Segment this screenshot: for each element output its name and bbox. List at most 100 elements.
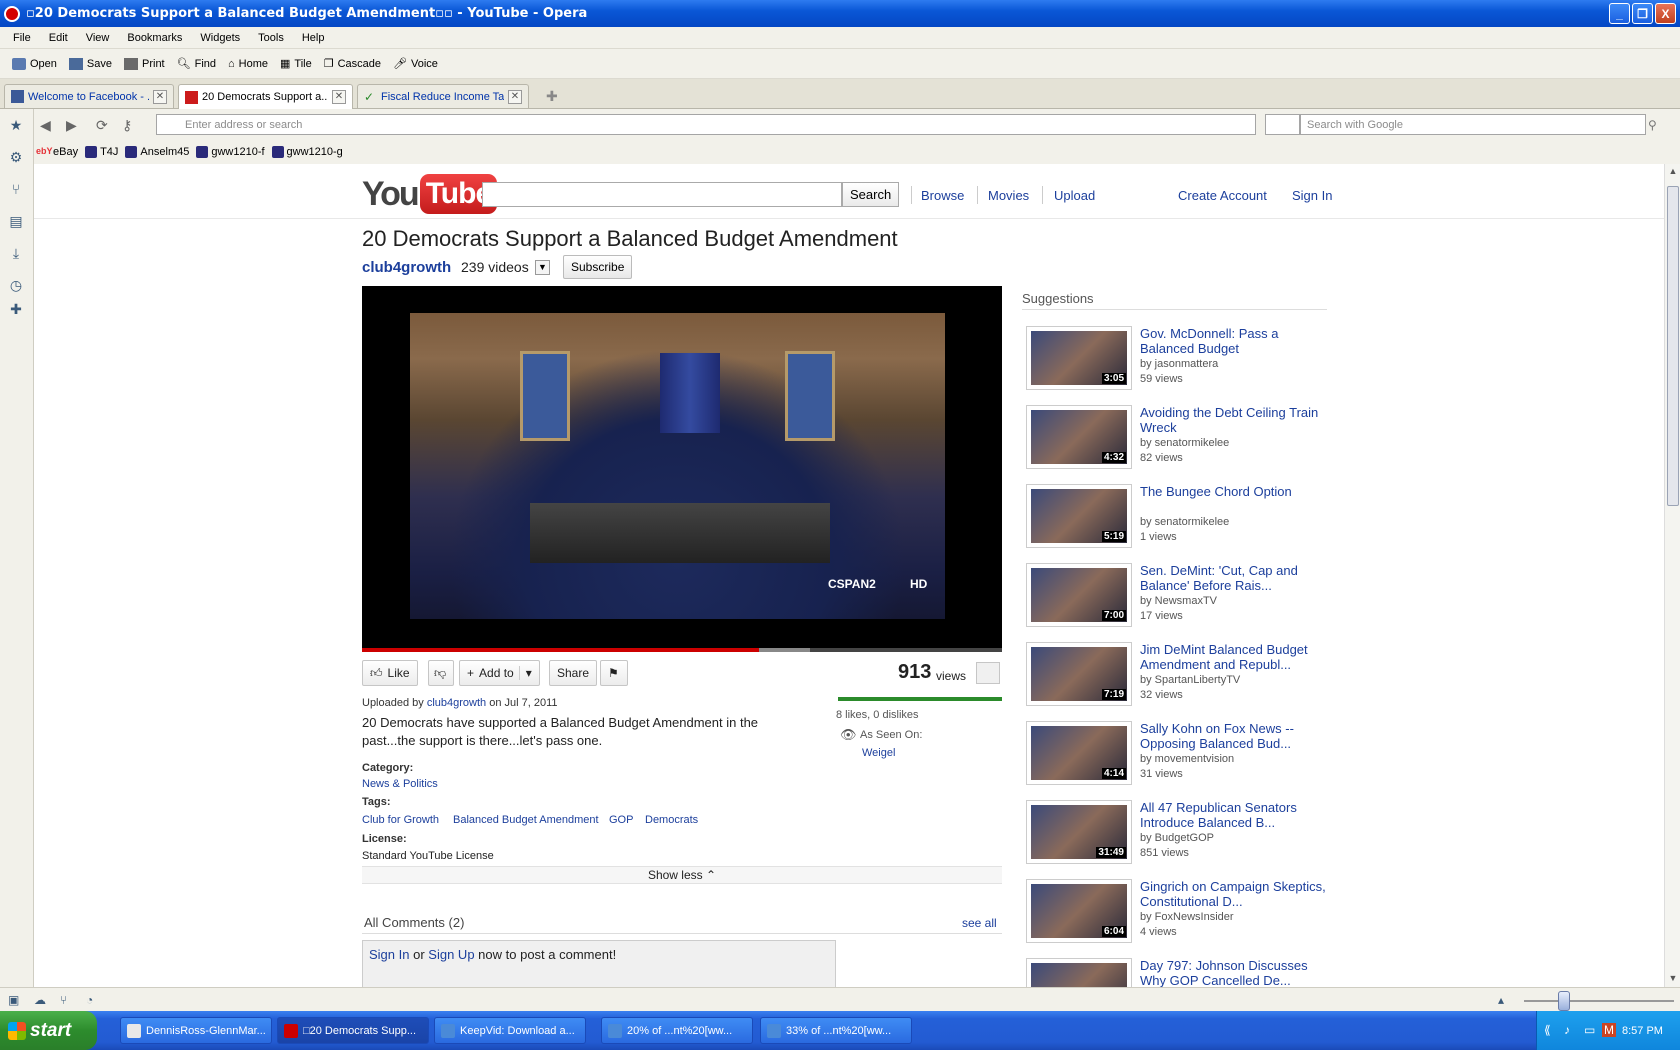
tray-network-icon[interactable]: ⟪	[1544, 1023, 1551, 1037]
like-button[interactable]: 👍︎ Like	[362, 660, 418, 686]
suggestion-item[interactable]: 5:19 The Bungee Chord Option by senatormik…	[1022, 484, 1332, 550]
bookmark-anselm45[interactable]: Anselm45	[123, 145, 194, 158]
create-account-link[interactable]: Create Account	[1178, 188, 1267, 203]
tray-gmail-icon[interactable]: M	[1602, 1023, 1616, 1037]
suggestion-title[interactable]: Gov. McDonnell: Pass a Balanced Budget	[1140, 326, 1326, 356]
suggestion-title[interactable]: All 47 Republican Senators Introduce Bal…	[1140, 800, 1326, 830]
unite-icon[interactable]: ⑂	[60, 993, 67, 1007]
menu-bookmarks[interactable]: Bookmarks	[118, 32, 191, 44]
bookmark-ebay[interactable]: ebY eBay	[34, 146, 83, 158]
see-all-link[interactable]: see all	[962, 916, 997, 930]
suggestion-thumbnail[interactable]: 31:49	[1026, 800, 1132, 864]
as-seen-on-link[interactable]: Weigel	[862, 747, 895, 759]
taskbar-task[interactable]: KeepVid: Download a...	[434, 1017, 586, 1044]
start-button[interactable]: start	[0, 1011, 97, 1050]
new-tab-icon[interactable]: ✚	[546, 88, 560, 104]
minimize-button[interactable]: _	[1609, 3, 1630, 24]
menu-edit[interactable]: Edit	[40, 32, 77, 44]
suggestion-item[interactable]: 6:04 Gingrich on Campaign Skeptics, Const…	[1022, 879, 1332, 945]
google-icon[interactable]	[1265, 114, 1300, 135]
bookmark-gww1210-g[interactable]: gww1210-g	[270, 145, 348, 158]
bookmark-t4j[interactable]: T4J	[83, 145, 123, 158]
dislike-button[interactable]: 👎︎	[428, 660, 454, 686]
back-icon[interactable]: ◀	[40, 117, 51, 134]
suggestion-item[interactable]: 3:05 Gov. McDonnell: Pass a Balanced Budg…	[1022, 326, 1332, 392]
zoom-slider-track[interactable]	[1524, 1000, 1674, 1002]
search-icon[interactable]: ⚲	[1648, 118, 1657, 132]
share-button[interactable]: Share	[549, 660, 598, 686]
voice-button[interactable]: 🎤︎ Voice	[387, 57, 444, 71]
plus-icon[interactable]: ✚	[8, 301, 24, 317]
suggestion-item[interactable]: Day 797: Johnson Discusses Why GOP Cance…	[1022, 958, 1332, 987]
home-button[interactable]: ⌂ Home	[222, 58, 274, 70]
tray-volume-icon[interactable]: ♪	[1564, 1023, 1570, 1037]
suggestion-thumbnail[interactable]: 7:19	[1026, 642, 1132, 706]
menu-view[interactable]: View	[77, 32, 119, 44]
scroll-down-icon[interactable]: ▼	[1667, 973, 1679, 985]
tab-facebook[interactable]: Welcome to Facebook - ... ✕	[4, 84, 174, 108]
taskbar-task[interactable]: 20% of ...nt%20[ww...	[601, 1017, 753, 1044]
forward-icon[interactable]: ▶	[66, 117, 77, 134]
subscribe-button[interactable]: Subscribe	[563, 255, 633, 279]
key-icon[interactable]: ⚷	[122, 117, 132, 134]
tile-button[interactable]: ▦ Tile	[274, 57, 318, 71]
tab-fiscal[interactable]: ✓ Fiscal Reduce Income Ta... ✕	[357, 84, 529, 108]
suggestion-thumbnail[interactable]: 5:19	[1026, 484, 1132, 548]
nav-movies[interactable]: Movies	[988, 188, 1029, 203]
suggestion-title[interactable]: Avoiding the Debt Ceiling Train Wreck	[1140, 405, 1326, 435]
suggestion-thumbnail[interactable]: 6:04	[1026, 879, 1132, 943]
nav-upload[interactable]: Upload	[1054, 188, 1095, 203]
add-to-button[interactable]: + Add to ▾	[459, 660, 540, 686]
suggestion-item[interactable]: 7:00 Sen. DeMint: 'Cut, Cap and Balance' …	[1022, 563, 1332, 629]
close-button[interactable]: X	[1655, 3, 1676, 24]
suggestion-title[interactable]: Sally Kohn on Fox News -- Opposing Balan…	[1140, 721, 1326, 751]
star-icon[interactable]: ★	[8, 117, 24, 133]
tag-link[interactable]: Balanced Budget Amendment	[453, 814, 599, 826]
share-icon[interactable]: ⑂	[8, 181, 24, 197]
suggestion-thumbnail[interactable]: 4:32	[1026, 405, 1132, 469]
sign-in-link[interactable]: Sign In	[1292, 188, 1332, 203]
cloud-icon[interactable]: ☁	[34, 993, 46, 1007]
tray-drive-icon[interactable]: ▭	[1584, 1023, 1595, 1037]
tab-youtube[interactable]: 20 Democrats Support a... ✕	[178, 84, 353, 109]
menu-file[interactable]: File	[4, 32, 40, 44]
maximize-button[interactable]: ❐	[1632, 3, 1653, 24]
channel-link[interactable]: club4growth	[362, 259, 451, 276]
youtube-search-button[interactable]: Search	[842, 182, 900, 207]
zoom-slider-handle[interactable]	[1558, 991, 1570, 1011]
comment-sign-in-link[interactable]: Sign In	[369, 947, 409, 962]
category-link[interactable]: News & Politics	[362, 778, 438, 790]
taskbar-task[interactable]: 33% of ...nt%20[ww...	[760, 1017, 912, 1044]
reload-icon[interactable]: ⟳	[96, 117, 108, 134]
show-less-button[interactable]: Show less ⌃	[362, 866, 1002, 884]
suggestion-thumbnail[interactable]: 3:05	[1026, 326, 1132, 390]
panel-toggle-icon[interactable]: ▣	[8, 993, 19, 1007]
suggestion-thumbnail[interactable]: 4:14	[1026, 721, 1132, 785]
notes-icon[interactable]: ▤	[8, 213, 24, 229]
close-icon[interactable]: ✕	[508, 89, 522, 104]
speed-dial-icon[interactable]: ◔	[86, 993, 93, 1007]
scroll-up-icon[interactable]: ▲	[1667, 166, 1679, 178]
zoom-up-icon[interactable]: ▴	[1498, 993, 1504, 1007]
suggestion-item[interactable]: 4:32 Avoiding the Debt Ceiling Train Wrec…	[1022, 405, 1332, 471]
suggestion-title[interactable]: Sen. DeMint: 'Cut, Cap and Balance' Befo…	[1140, 563, 1326, 593]
gear-icon[interactable]: ⚙	[8, 149, 24, 165]
page-scrollbar[interactable]: ▲ ▼	[1664, 164, 1680, 987]
uploader-link[interactable]: club4growth	[427, 697, 486, 709]
close-icon[interactable]: ✕	[332, 90, 346, 104]
open-button[interactable]: Open	[6, 57, 63, 70]
bookmark-gww1210-f[interactable]: gww1210-f	[194, 145, 269, 158]
find-button[interactable]: 🔍︎ Find	[171, 57, 222, 71]
save-button[interactable]: Save	[63, 57, 118, 70]
suggestion-thumbnail[interactable]: 7:00	[1026, 563, 1132, 627]
menu-tools[interactable]: Tools	[249, 32, 293, 44]
download-icon[interactable]: ⤓	[8, 245, 24, 261]
suggestion-item[interactable]: 31:49 All 47 Republican Senators Introduc…	[1022, 800, 1332, 866]
taskbar-task[interactable]: DennisRoss-GlennMar...	[120, 1017, 272, 1044]
video-player[interactable]: CSPAN2 HD	[362, 286, 1002, 648]
suggestion-title[interactable]: The Bungee Chord Option	[1140, 484, 1326, 499]
cascade-button[interactable]: ❐ Cascade	[318, 57, 387, 71]
taskbar-task[interactable]: □20 Democrats Supp...	[277, 1017, 429, 1044]
youtube-logo[interactable]: You Tube	[362, 174, 498, 214]
suggestion-title[interactable]: Jim DeMint Balanced Budget Amendment and…	[1140, 642, 1326, 672]
